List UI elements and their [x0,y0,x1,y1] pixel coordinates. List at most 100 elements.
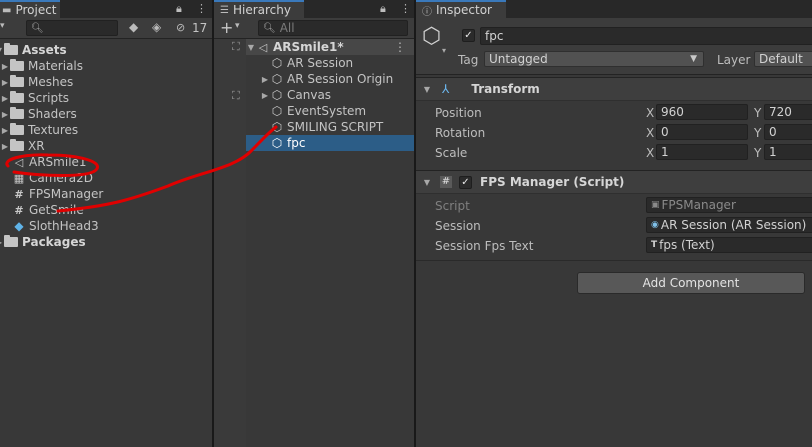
expand-arrow-icon[interactable]: ▶ [0,142,10,151]
session-fps-text-value: fps (Text) [659,238,715,252]
component-enabled-checkbox[interactable]: ✓ [459,175,472,189]
lock-icon[interactable]: 🔒︎ [176,2,182,16]
hierarchy-item-label: AR Session Origin [287,72,394,86]
expand-arrow-icon[interactable]: ▶ [0,126,10,135]
active-checkbox[interactable]: ✓ [462,29,475,42]
folder-name: Textures [28,123,79,137]
filter-type-icon[interactable]: ◆ [129,20,138,34]
gameobject-cube-icon: ⬡ [271,72,283,86]
scale-y-field[interactable]: 1 [764,144,812,160]
asset-row[interactable]: # FPSManager [0,186,212,202]
project-search-input[interactable]: 🔍︎ [26,20,118,36]
search-icon: 🔍︎ [31,22,44,34]
transform-header[interactable]: ▼ ⅄ Transform [416,77,812,101]
folder-row[interactable]: ▶ Materials [0,58,212,74]
tab-project[interactable]: ▬ Project [0,0,60,18]
hierarchy-toolbar: + ▾ 🔍︎ All [214,18,414,39]
expand-arrow-icon[interactable]: ▶ [0,94,10,103]
search-icon: 🔍︎ [263,22,276,34]
expand-arrow-icon[interactable]: ▶ [0,62,10,71]
packages-root-row[interactable]: ▶ Packages [0,234,212,250]
scale-x-field[interactable]: 1 [656,144,748,160]
session-value: AR Session (AR Session) [660,218,807,232]
folder-row[interactable]: ▶ XR [0,138,212,154]
tab-inspector[interactable]: ⓘ Inspector [416,0,506,18]
kebab-menu-icon[interactable]: ⋮ [394,40,406,54]
add-dropdown-icon[interactable]: ▾ [235,21,240,31]
asset-name: FPSManager [29,187,104,201]
expand-arrow-icon[interactable]: ▼ [422,85,432,94]
hierarchy-item[interactable]: ⬡ SMILING SCRIPT [260,119,414,135]
scene-name: ARSmile1* [273,40,344,54]
expand-arrow-icon[interactable]: ▶ [260,75,270,84]
y-axis-label: Y [754,106,762,120]
hierarchy-item[interactable]: ▶ ⬡ Canvas [260,87,414,103]
inspector-tab-label: Inspector [436,3,492,17]
hierarchy-search-input[interactable]: 🔍︎ All [258,20,408,36]
add-component-button[interactable]: Add Component [577,272,805,294]
inspector-tabbar: ⓘ Inspector [416,0,812,18]
position-x-field[interactable]: 960 [656,104,748,120]
object-name: fpc [485,29,504,43]
kebab-menu-icon[interactable]: ⋮ [196,2,207,15]
lock-icon[interactable]: 🔒︎ [380,2,386,16]
session-fps-text-field[interactable]: T fps (Text) [646,237,812,253]
position-x-value: 960 [661,105,684,119]
tag-label-icon[interactable]: ◈ [152,20,161,34]
hierarchy-item[interactable]: ⬡ AR Session [260,55,414,71]
checker-asset-icon: ▦ [13,171,25,185]
info-tab-icon: ⓘ [422,6,432,18]
tag-dropdown[interactable]: Untagged ▼ [484,51,704,67]
scale-x-value: 1 [661,145,669,159]
rotation-y-field[interactable]: 0 [764,124,812,140]
icon-dropdown-icon[interactable]: ▾ [442,46,446,55]
asset-row[interactable]: ◁ ARSmile1 [0,154,212,170]
csharp-script-icon: # [14,187,24,201]
layer-dropdown[interactable]: Default [754,51,812,67]
scale-label: Scale [435,146,468,160]
hidden-eye-icon[interactable]: ⊘ [176,21,185,34]
search-placeholder: All [279,21,295,35]
expand-arrow-icon[interactable]: ▶ [0,110,10,119]
asset-row[interactable]: # GetSmile [0,202,212,218]
tag-label: Tag [458,53,479,67]
folder-icon [10,59,24,71]
folder-row[interactable]: ▶ Textures [0,122,212,138]
kebab-menu-icon[interactable]: ⋮ [400,2,411,15]
assets-root-row[interactable]: ▼ Assets [0,42,212,58]
expand-arrow-icon[interactable]: ▼ [246,43,256,52]
unity-scene-icon: ◁ [258,40,268,54]
asset-row[interactable]: ◆ SlothHead3 [0,218,212,234]
scene-header-row[interactable]: ▼ ◁ ARSmile1* ⋮ [246,39,414,55]
create-dropdown-icon[interactable]: ▾ [0,21,5,31]
rotation-x-field[interactable]: 0 [656,124,748,140]
tab-hierarchy[interactable]: ☰ Hierarchy [214,0,304,18]
position-y-field[interactable]: 720 [764,104,812,120]
folder-row[interactable]: ▶ Meshes [0,74,212,90]
add-button[interactable]: + [220,18,233,37]
hierarchy-item-label: AR Session [287,56,354,70]
folder-row[interactable]: ▶ Shaders [0,106,212,122]
csharp-script-icon: # [14,203,24,217]
folder-name: Scripts [28,91,70,105]
fps-manager-header[interactable]: ▼ # ✓ FPS Manager (Script) [416,170,812,194]
expand-arrow-icon[interactable]: ▶ [0,78,10,87]
folder-tab-icon: ▬ [2,4,12,16]
folder-row[interactable]: ▶ Scripts [0,90,212,106]
asset-row[interactable]: ▦ Camera2D [0,170,212,186]
hierarchy-item-selected[interactable]: ⬡ fpc [246,135,414,151]
object-visibility-icon[interactable]: ⛶ [232,89,240,103]
hierarchy-item[interactable]: ⬡ EventSystem [260,103,414,119]
project-tab-label: Project [15,3,57,17]
project-tabbar: ▬ Project 🔒︎ ⋮ [0,0,212,18]
session-field[interactable]: ◉ AR Session (AR Session) [646,217,812,233]
object-name-field[interactable]: fpc [480,27,812,45]
x-axis-label: X [646,126,655,140]
expand-arrow-icon[interactable]: ▼ [422,178,432,187]
scene-visibility-icon[interactable]: ⛶ [232,40,240,54]
fps-manager-title: FPS Manager (Script) [480,175,625,189]
packages-label: Packages [22,235,86,249]
hierarchy-item[interactable]: ▶ ⬡ AR Session Origin [260,71,414,87]
script-label: Script [435,199,470,213]
expand-arrow-icon[interactable]: ▶ [260,91,270,100]
